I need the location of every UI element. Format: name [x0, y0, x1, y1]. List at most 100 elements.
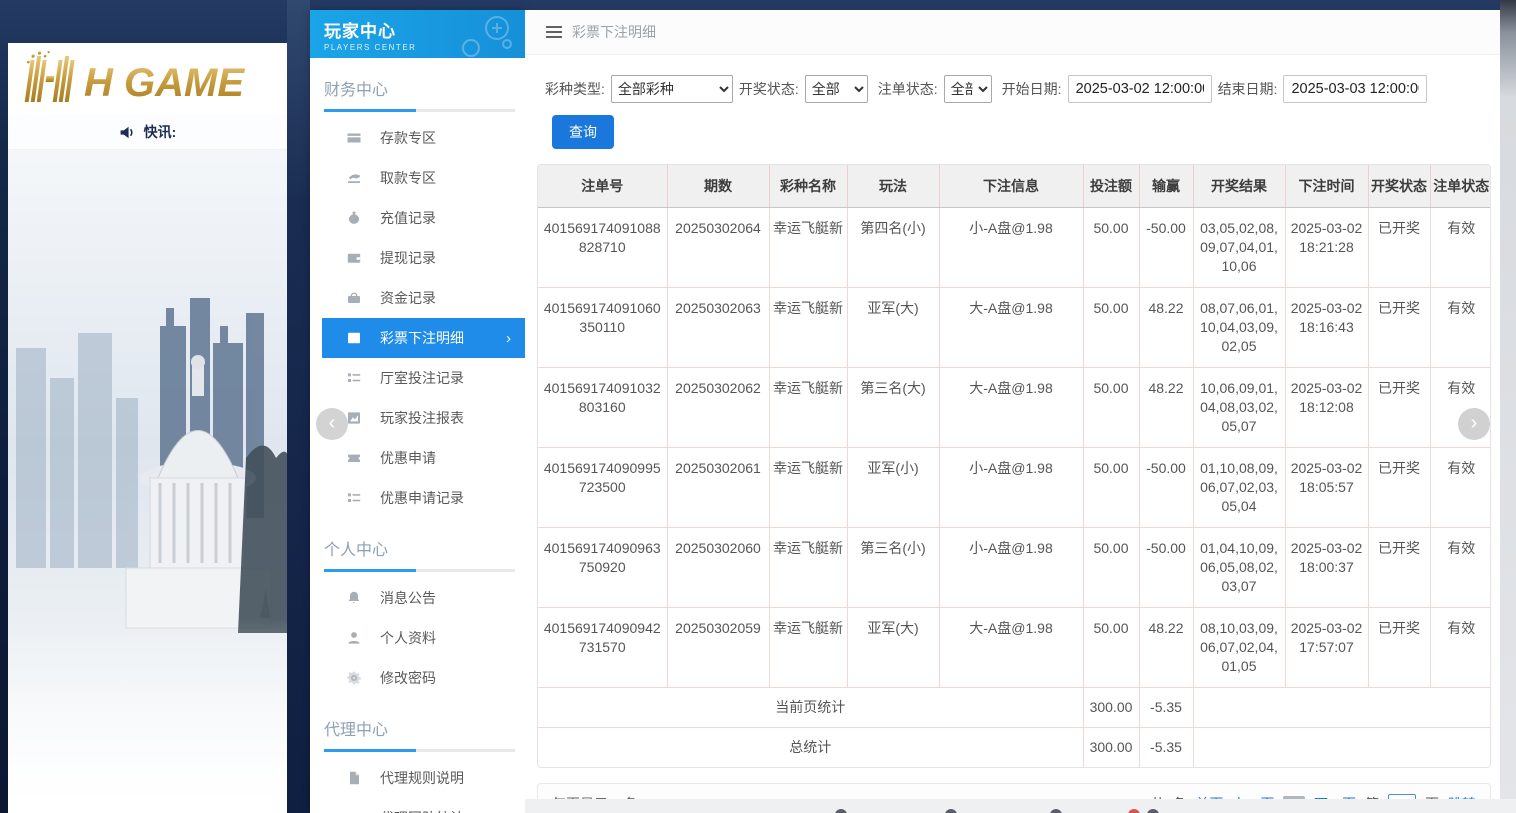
table-cell: 01,10,08,09,06,07,02,03,05,04	[1193, 448, 1285, 528]
news-label: 快讯:	[144, 122, 177, 142]
column-header: 注单号	[538, 165, 667, 208]
sidebar-section: 代理中心代理规则说明代理团队统计	[310, 698, 525, 813]
order-status-select[interactable]: 全部	[944, 75, 992, 103]
sidebar-item[interactable]: 玩家投注报表	[322, 398, 525, 438]
table-cell: 20250302064	[667, 208, 769, 288]
column-header: 注单状态	[1430, 165, 1491, 208]
carousel-right-arrow[interactable]: ›	[1458, 408, 1490, 440]
sidebar-item[interactable]: 彩票下注明细›	[322, 318, 525, 358]
table-cell: 01,04,10,09,06,05,08,02,03,07	[1193, 528, 1285, 608]
sidebar-item-label: 提现记录	[380, 248, 436, 268]
sidebar-item-label: 充值记录	[380, 208, 436, 228]
bottom-footer-strip	[525, 799, 1516, 813]
sidebar-item-label: 个人资料	[380, 628, 436, 648]
purse-icon	[346, 290, 364, 306]
sidebar-item[interactable]: 取款专区	[322, 158, 525, 198]
sidebar-item[interactable]: 充值记录	[322, 198, 525, 238]
table-cell: 已开奖	[1368, 608, 1430, 688]
table-cell: -50.00	[1139, 528, 1193, 608]
table-cell: 幸运飞艇新	[769, 368, 847, 448]
logo-band: H GAME	[8, 43, 287, 115]
panel-separator	[287, 0, 310, 813]
table-cell: 已开奖	[1368, 528, 1430, 608]
table-cell: 已开奖	[1368, 368, 1430, 448]
table-cell: 大-A盘@1.98	[939, 368, 1083, 448]
search-row: 查询	[525, 103, 1500, 149]
table-cell: 亚军(小)	[847, 448, 939, 528]
sidebar-item[interactable]: 资金记录	[322, 278, 525, 318]
table-cell: 08,10,03,09,06,07,02,04,01,05	[1193, 608, 1285, 688]
end-date-label: 结束日期:	[1218, 79, 1278, 99]
sidebar-item-label: 取款专区	[380, 168, 436, 188]
table-body: 40156917409108882871020250302064 幸运飞艇新 第四名…	[538, 208, 1491, 768]
table-cell: 小-A盘@1.98	[939, 208, 1083, 288]
search-button[interactable]: 查询	[552, 115, 614, 149]
speaker-icon	[119, 124, 136, 141]
total-bet-amount: 300.00	[1083, 728, 1139, 768]
footer-icon	[1147, 809, 1159, 813]
table-cell: 08,07,06,01,10,04,03,09,02,05	[1193, 288, 1285, 368]
total-empty	[1193, 728, 1491, 768]
column-header: 开奖结果	[1193, 165, 1285, 208]
sidebar-item[interactable]: 个人资料	[322, 618, 525, 658]
sidebar-item[interactable]: 优惠申请记录	[322, 478, 525, 518]
column-header: 下注时间	[1285, 165, 1368, 208]
table-cell: 401569174090942731570	[538, 608, 667, 688]
news-ticker-bar: 快讯:	[8, 115, 287, 150]
table-cell: 幸运飞艇新	[769, 608, 847, 688]
left-promo-panel: H GAME 快讯:	[8, 0, 287, 813]
sidebar-item[interactable]: 厅室投注记录	[322, 358, 525, 398]
table-row: 40156917409103280316020250302062幸运飞艇新第三名…	[538, 368, 1491, 448]
sidebar-item-label: 优惠申请记录	[380, 488, 464, 508]
table-cell: 亚军(大)	[847, 608, 939, 688]
table-cell: 48.22	[1139, 368, 1193, 448]
column-header: 下注信息	[939, 165, 1083, 208]
bank-card-icon	[346, 130, 364, 146]
table-cell: 小-A盘@1.98	[939, 528, 1083, 608]
list-check-icon	[346, 490, 364, 506]
draw-status-select[interactable]: 全部	[805, 75, 868, 103]
table-cell: 大-A盘@1.98	[939, 608, 1083, 688]
end-date-input[interactable]	[1283, 75, 1427, 103]
column-header: 彩种名称	[769, 165, 847, 208]
sidebar-item[interactable]: 提现记录	[322, 238, 525, 278]
hamburger-menu-icon[interactable]	[546, 23, 562, 41]
sidebar-item-label: 代理规则说明	[380, 768, 464, 788]
sidebar-item[interactable]: 优惠申请	[322, 438, 525, 478]
table-row: 40156917409108882871020250302064幸运飞艇新第四名…	[538, 208, 1491, 288]
sidebar-item-label: 代理团队统计	[380, 808, 464, 813]
start-date-input[interactable]	[1068, 75, 1212, 103]
sidebar-item[interactable]: 存款专区	[322, 118, 525, 158]
sidebar-item-label: 消息公告	[380, 588, 436, 608]
column-header: 投注额	[1083, 165, 1139, 208]
wallet-icon	[346, 250, 364, 266]
withdraw-hand-icon	[346, 170, 364, 186]
carousel-left-arrow[interactable]: ‹	[316, 408, 348, 440]
table-cell: 2025-03-02 18:00:37	[1285, 528, 1368, 608]
table-cell: 小-A盘@1.98	[939, 448, 1083, 528]
sidebar-section-title: 个人中心	[310, 530, 525, 569]
chevron-right-icon: ›	[506, 330, 511, 347]
topbar: 彩票下注明细	[525, 10, 1500, 55]
table-cell: 20250302063	[667, 288, 769, 368]
table-cell: 50.00	[1083, 608, 1139, 688]
lottery-type-select[interactable]: 全部彩种	[611, 75, 733, 103]
table-cell: 幸运飞艇新	[769, 448, 847, 528]
table-cell: 第四名(小)	[847, 208, 939, 288]
sidebar-item[interactable]: 修改密码	[322, 658, 525, 698]
table-cell: 401569174091088828710	[538, 208, 667, 288]
table-cell: 第三名(大)	[847, 368, 939, 448]
section-divider	[324, 109, 515, 112]
bets-table: 注单号期数彩种名称玩法下注信息投注额输赢开奖结果下注时间开奖状态注单状态 401…	[538, 165, 1491, 767]
total-label: 当前页统计	[538, 688, 1083, 728]
table-header-row: 注单号期数彩种名称玩法下注信息投注额输赢开奖结果下注时间开奖状态注单状态	[538, 165, 1491, 208]
sidebar-item[interactable]: 代理规则说明	[322, 758, 525, 798]
sidebar-item[interactable]: 代理团队统计	[322, 798, 525, 813]
sidebar-item[interactable]: 消息公告	[322, 578, 525, 618]
promo-photo	[8, 148, 287, 813]
main-panel: 彩票下注明细 彩种类型: 全部彩种 开奖状态: 全部 注单状态: 全部 开始日期…	[525, 10, 1500, 813]
table-cell: 已开奖	[1368, 448, 1430, 528]
sidebar-item-label: 厅室投注记录	[380, 368, 464, 388]
footer-icon	[1050, 809, 1062, 813]
table-cell: 401569174091060350110	[538, 288, 667, 368]
